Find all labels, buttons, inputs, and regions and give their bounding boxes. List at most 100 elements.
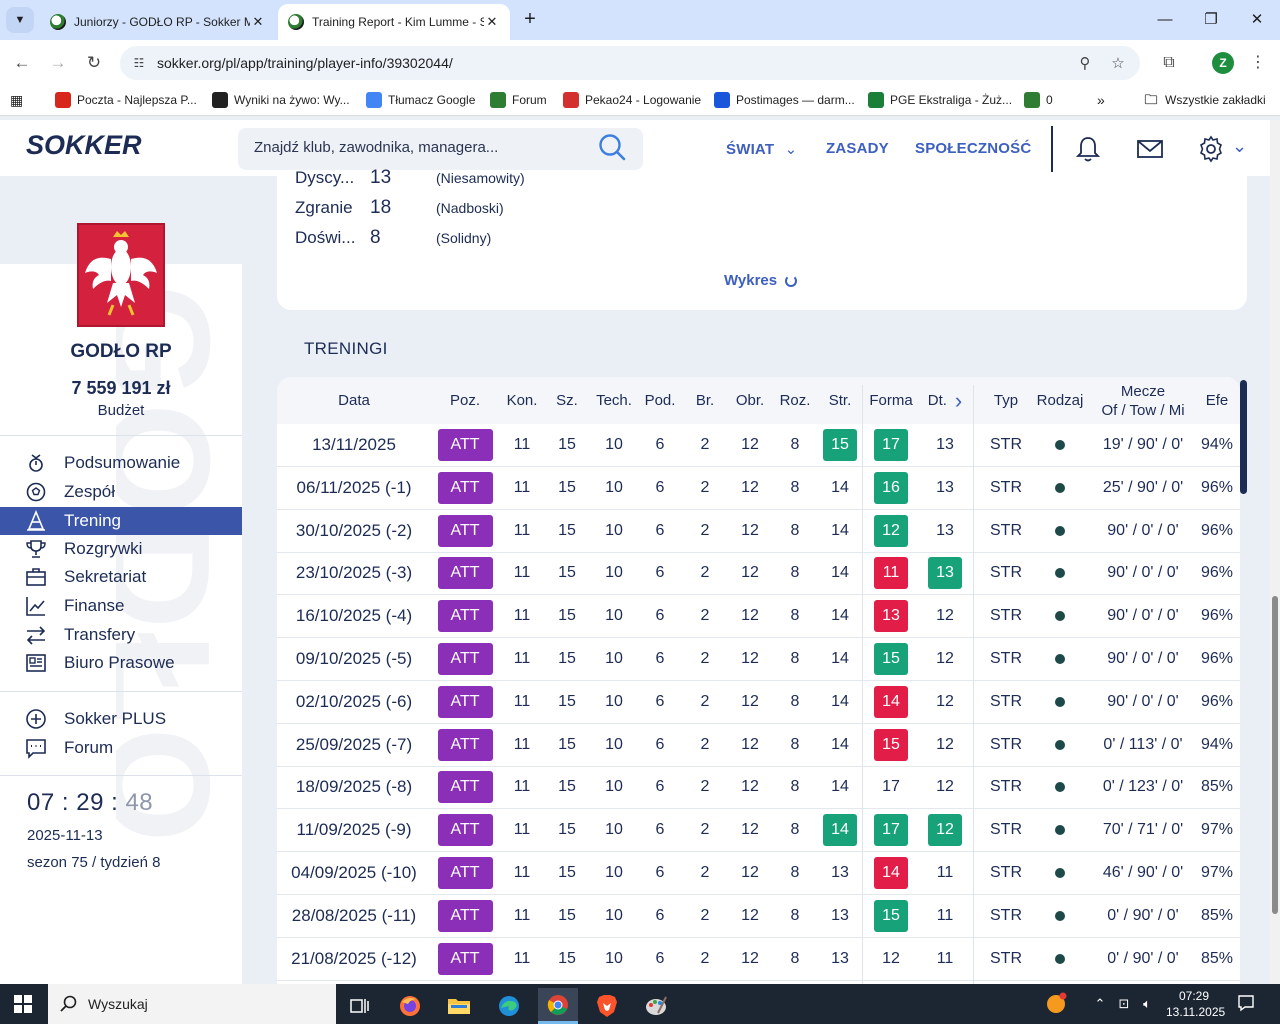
apps-grid-icon[interactable]: ▦ [10,92,23,109]
reload-icon[interactable]: ↻ [81,50,107,76]
tab-search-chevron-icon[interactable]: ▼ [6,7,34,33]
sidebar-item-trening[interactable]: Trening [0,507,242,535]
edge-icon[interactable] [489,988,529,1024]
window-close-icon[interactable]: ✕ [1242,8,1272,32]
site-settings-icon[interactable]: ☷ [130,54,148,72]
sidebar-item-transfery[interactable]: Transfery [0,621,242,649]
bookmark-item[interactable]: 0 [1024,92,1053,108]
column-header-forma[interactable]: Forma [866,377,916,424]
stat-value: 13 [370,167,392,188]
column-header-pod[interactable]: Pod. [640,377,680,424]
sidebar-item-rozgrywki[interactable]: Rozgrywki [0,535,242,563]
notifications-icon[interactable] [1236,994,1256,1014]
page-scrollbar-thumb[interactable] [1272,596,1278,914]
more-menu-icon[interactable]: ⋮ [1247,52,1269,74]
minimize-icon[interactable]: — [1150,8,1180,32]
table-scrollbar[interactable] [1240,380,1247,984]
sokker-logo[interactable]: SOKKER [26,130,142,161]
cell-str: 14 [831,564,849,582]
back-arrow-icon[interactable]: ← [9,50,35,76]
column-header-rodzaj[interactable]: Rodzaj [1032,377,1088,424]
profile-avatar[interactable]: Z [1212,52,1234,74]
taskbar-search[interactable]: Wyszukaj [48,984,336,1024]
close-icon[interactable]: ✕ [484,14,500,30]
paint-icon[interactable] [636,988,676,1024]
close-icon[interactable]: ✕ [250,14,266,30]
sidebar-item-finanse[interactable]: Finanse [0,592,242,620]
settings-chevron-down-icon[interactable]: ⌄ [1232,136,1247,157]
bell-icon[interactable] [1073,134,1103,164]
chevron-right-icon[interactable]: › [955,389,962,411]
column-header-roz[interactable]: Roz. [773,377,817,424]
address-bar[interactable]: ☷ sokker.org/pl/app/training/player-info… [120,46,1140,80]
cell-str: 14 [831,650,849,667]
sidebar-item-podsumowanie[interactable]: Podsumowanie [0,449,242,477]
sidebar-item-zespół[interactable]: Zespół [0,478,242,506]
column-header-pos[interactable]: Poz. [432,377,498,424]
windows-start-icon[interactable] [14,995,32,1013]
sidebar-item-biuro-prasowe[interactable]: Biuro Prasowe [0,649,242,677]
chrome-icon[interactable] [538,988,578,1024]
zoom-icon[interactable]: ⚲ [1075,54,1095,74]
column-header-kon[interactable]: Kon. [502,377,542,424]
column-header-tech[interactable]: Tech. [592,377,636,424]
search-icon[interactable] [598,133,626,161]
bookmark-item[interactable]: Pekao24 - Logowanie [563,92,701,108]
column-header-label: Str. [828,392,852,409]
column-header-efe[interactable]: Efe [1195,377,1239,424]
bookmark-item[interactable]: PGE Ekstraliga - Żuż... [868,92,1012,108]
nav-zasady[interactable]: ZASADY [826,140,889,157]
bookmark-star-icon[interactable]: ☆ [1108,54,1128,74]
brave-icon[interactable] [587,988,627,1024]
sidebar-item-sekretariat[interactable]: Sekretariat [0,563,242,591]
more-bookmarks-chevron-icon[interactable]: » [1097,92,1105,108]
nav-spolecznosc[interactable]: SPOŁECZNOŚĆ [915,140,1031,157]
site-search-input[interactable] [254,139,594,156]
page-scrollbar[interactable] [1270,120,1280,984]
new-tab-plus-icon[interactable]: + [518,8,542,32]
mail-icon[interactable] [1135,134,1165,164]
file-explorer-icon[interactable] [439,988,479,1024]
tray-chevron-up-icon[interactable]: ⌃ [1090,994,1110,1014]
chart-link[interactable]: Wykres [724,272,798,289]
cell-forma: 17 [882,778,900,796]
site-search-box[interactable] [238,128,643,170]
gear-icon[interactable] [1196,134,1226,164]
network-icon[interactable]: ⊡ [1114,994,1134,1014]
bookmark-item[interactable]: Tłumacz Google [366,92,475,108]
weather-icon[interactable] [1046,992,1067,1013]
nav-swiat[interactable]: ŚWIAT ⌄ [726,140,797,158]
task-view-icon[interactable] [340,988,380,1024]
windows-taskbar: Wyszukaj ⌃ ⊡ 🔈︎ 07:29 13.11.2025 [0,984,1280,1024]
browser-tab-training-report[interactable]: Training Report - Kim Lumme - Sokker Man… [278,4,510,40]
bookmark-item[interactable]: Wyniki na żywo: Wy... [212,92,350,108]
column-header-typ[interactable]: Typ [981,377,1031,424]
firefox-icon[interactable] [390,988,430,1024]
sidebar-item-forum[interactable]: Forum [0,734,242,762]
restore-window-icon[interactable]: ❐ [1196,8,1226,32]
cell-obr: 12 [741,436,759,453]
column-header-dt[interactable]: Dt. › [923,377,967,424]
sidebar-item-sokker-plus[interactable]: Sokker PLUS [0,705,242,733]
club-name[interactable]: GODŁO RP [0,341,242,363]
table-scrollbar-thumb[interactable] [1240,380,1247,494]
column-header-mecze[interactable]: Mecze Of / Tow / Mi [1091,377,1195,424]
forward-arrow-icon[interactable]: → [45,50,71,76]
bookmark-item[interactable]: Postimages — darm... [714,92,855,108]
column-header-str[interactable]: Str. [818,377,862,424]
url-text[interactable]: sokker.org/pl/app/training/player-info/3… [157,55,453,71]
column-header-date[interactable]: Data [279,377,429,424]
cell-efe: 85% [1200,906,1234,924]
all-bookmarks-folder[interactable]: 🗀 Wszystkie zakładki [1143,92,1265,108]
system-clock[interactable]: 07:29 13.11.2025 [1166,988,1225,1020]
extensions-puzzle-icon[interactable]: ⧉ [1158,52,1180,74]
column-header-br[interactable]: Br. [685,377,725,424]
volume-icon[interactable]: 🔈︎ [1137,994,1157,1014]
bookmark-item[interactable]: Forum [490,92,547,108]
cell-rodzaj [1032,809,1088,851]
browser-tab-juniorzy[interactable]: Juniorzy - GODŁO RP - Sokker Manager ✕ [40,4,276,40]
bookmark-item[interactable]: Poczta - Najlepsza P... [55,92,197,108]
column-header-sz[interactable]: Sz. [547,377,587,424]
chart-link-label: Wykres [724,272,778,289]
column-header-obr[interactable]: Obr. [728,377,772,424]
